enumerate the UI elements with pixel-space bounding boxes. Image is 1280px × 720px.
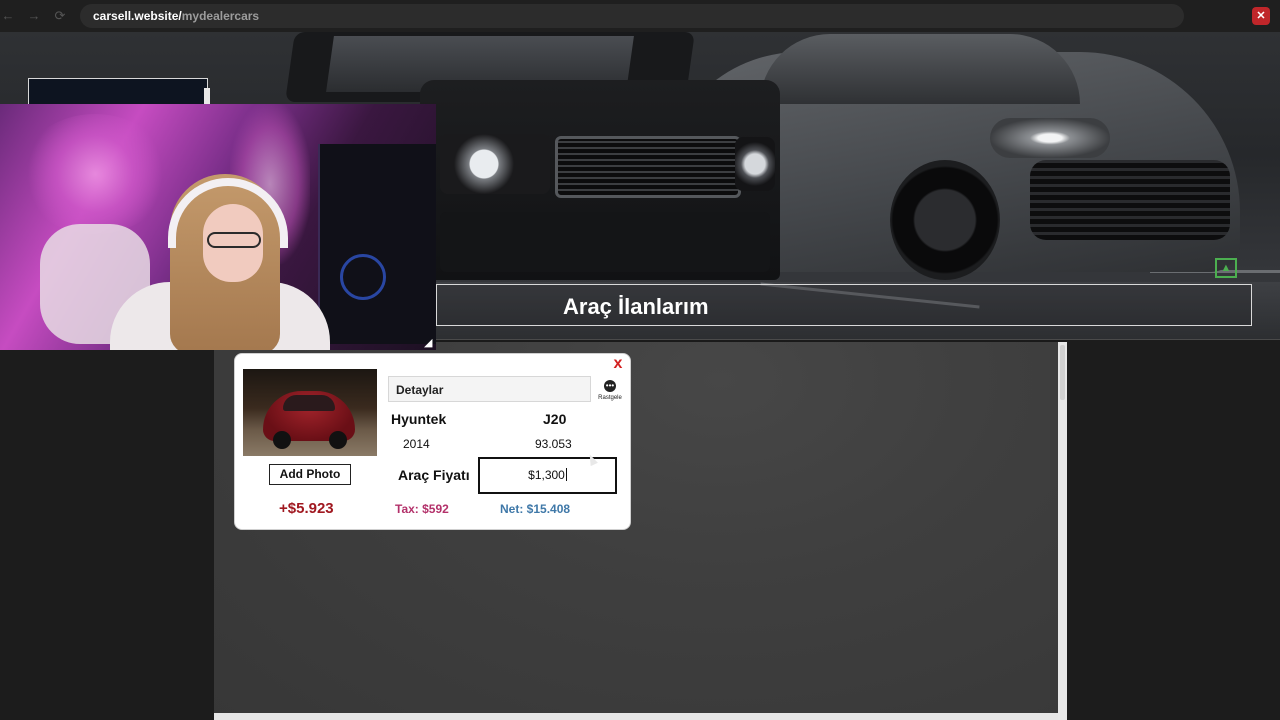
neon-light — [20, 114, 170, 234]
grey-suv-wheel — [890, 160, 1000, 280]
url-host: carsell.website/ — [93, 9, 182, 23]
close-icon[interactable]: x — [611, 356, 625, 372]
back-icon[interactable]: ← — [0, 8, 16, 24]
car-brand: Hyuntek — [391, 411, 447, 427]
panel-bottom-edge — [214, 713, 1058, 720]
page-title: Araç İlanlarım — [563, 294, 709, 319]
webcam-overlay — [0, 104, 436, 350]
net-value: Net: $15.408 — [500, 502, 571, 516]
browser-toolbar: ← → ⟳ carsell.website/mydealercars ✕ — [0, 0, 1280, 32]
black-suv-grille — [555, 136, 741, 198]
car-photo-wheel — [273, 431, 291, 449]
car-photo-window — [283, 395, 335, 411]
webcam-frame-edge — [204, 88, 210, 104]
black-suv-headlight — [440, 134, 550, 194]
image-icon[interactable]: ▲ — [1215, 258, 1237, 278]
scrollbar-thumb[interactable] — [1060, 345, 1065, 400]
price-label: Araç Fiyatı — [398, 467, 470, 483]
car-mileage: 93.053 — [535, 437, 572, 451]
car-photo — [243, 369, 377, 456]
car-model: J20 — [543, 411, 567, 427]
forward-icon[interactable]: → — [26, 8, 42, 24]
car-year: 2014 — [403, 437, 430, 451]
black-suv-bumper — [440, 212, 770, 272]
car-photo-wheel — [329, 431, 347, 449]
dice-icon: ••• — [604, 380, 616, 392]
page-title-box — [436, 284, 1252, 326]
url-path: mydealercars — [181, 9, 260, 23]
profit-value: +$5.923 — [279, 500, 334, 517]
details-field[interactable]: Detaylar — [388, 376, 591, 402]
random-button[interactable]: ••• Rastgele — [596, 380, 624, 402]
url-field[interactable]: carsell.website/mydealercars — [80, 4, 1184, 28]
tax-value: Tax: $592 — [395, 502, 449, 516]
grey-suv-headlight — [990, 118, 1110, 158]
black-suv-headlight — [735, 137, 775, 191]
right-margin — [1067, 340, 1280, 720]
reload-icon[interactable]: ⟳ — [52, 8, 68, 24]
pc-fan-glow — [340, 254, 386, 300]
grey-suv-window — [760, 34, 1080, 104]
grey-suv-grille — [1030, 160, 1230, 240]
webcam-frame-tab — [28, 78, 208, 107]
add-photo-button[interactable]: Add Photo — [269, 464, 351, 485]
random-label: Rastgele — [598, 395, 622, 401]
close-icon[interactable]: ✕ — [1252, 7, 1270, 25]
resize-handle-icon[interactable]: ◢ — [424, 336, 436, 350]
pc-case — [318, 144, 436, 344]
price-value: $1,300 — [528, 468, 565, 482]
left-margin — [0, 350, 214, 720]
text-caret — [565, 468, 567, 481]
